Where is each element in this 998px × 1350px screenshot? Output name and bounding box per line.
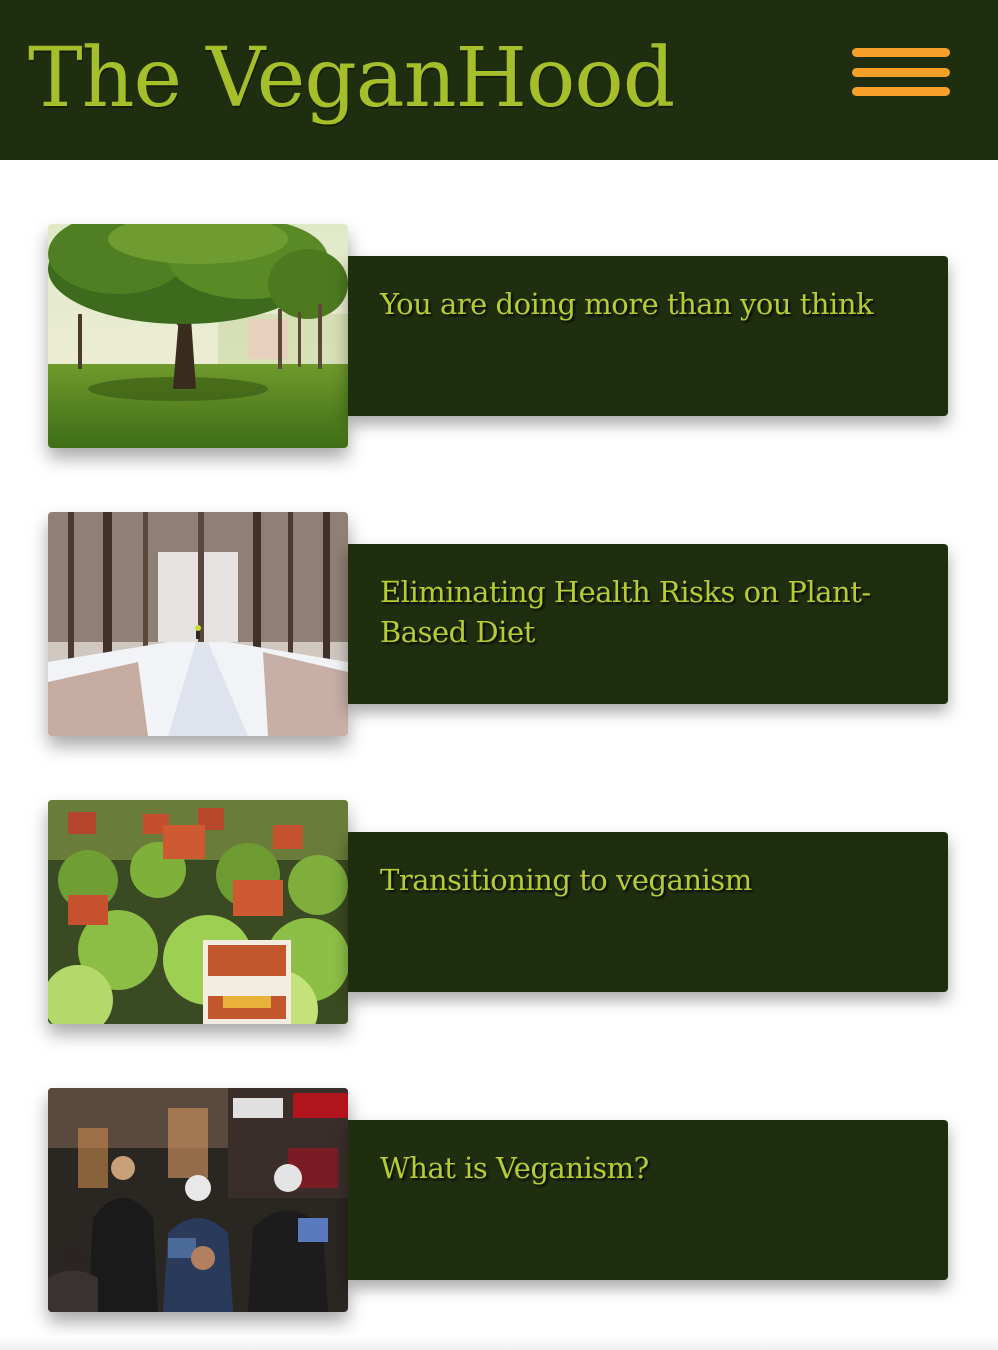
article-title[interactable]: You are doing more than you think [380, 284, 900, 324]
menu-bar-top [852, 48, 950, 57]
article-item[interactable]: Eliminating Health Risks on Plant-Based … [48, 512, 948, 736]
site-header: The VeganHood [0, 0, 998, 160]
article-title[interactable]: Transitioning to veganism [380, 860, 900, 900]
menu-bar-bottom [852, 87, 950, 96]
article-item[interactable]: You are doing more than you think [48, 224, 948, 448]
article-title[interactable]: What is Veganism? [380, 1148, 900, 1188]
article-title[interactable]: Eliminating Health Risks on Plant-Based … [380, 572, 900, 652]
basil-seedlings-photo[interactable] [48, 800, 348, 1024]
snowy-forest-path-photo[interactable] [48, 512, 348, 736]
article-card[interactable]: What is Veganism? [348, 1120, 948, 1280]
hamburger-menu-icon[interactable] [852, 46, 950, 98]
site-title[interactable]: The VeganHood [28, 24, 675, 134]
article-item[interactable]: What is Veganism? [48, 1088, 948, 1312]
article-card[interactable]: Eliminating Health Risks on Plant-Based … [348, 544, 948, 704]
street-protest-night-photo[interactable] [48, 1088, 348, 1312]
park-tree-photo[interactable] [48, 224, 348, 448]
article-item[interactable]: Transitioning to veganism [48, 800, 948, 1024]
article-card[interactable]: Transitioning to veganism [348, 832, 948, 992]
article-card[interactable]: You are doing more than you think [348, 256, 948, 416]
page-bottom-edge [0, 1336, 998, 1350]
menu-bar-middle [852, 68, 950, 77]
